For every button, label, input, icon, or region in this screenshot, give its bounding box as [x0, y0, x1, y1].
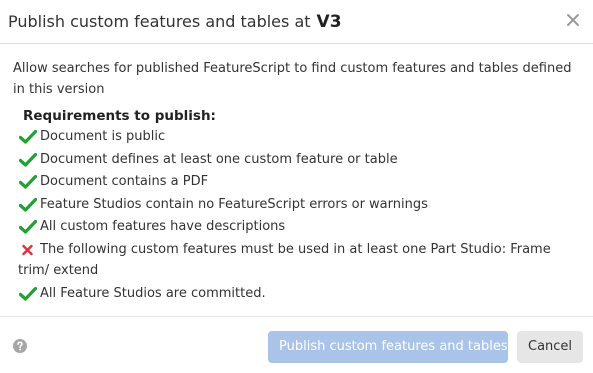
- requirement-item: Document is public: [13, 126, 581, 148]
- checkmark-icon: [18, 152, 38, 167]
- checkmark-icon: [18, 286, 38, 301]
- checkmark-icon: [18, 197, 38, 212]
- requirement-text: Document defines at least one custom fea…: [40, 151, 398, 167]
- version-label: V3: [316, 11, 342, 32]
- help-icon[interactable]: [13, 338, 27, 353]
- requirement-item: Document defines at least one custom fea…: [13, 149, 581, 171]
- requirement-text: All custom features have descriptions: [40, 219, 286, 234]
- requirement-text: Document is public: [40, 129, 166, 144]
- requirement-text: Document contains a PDF: [40, 174, 209, 189]
- dialog-footer: Publish custom features and tables Cance…: [0, 316, 593, 373]
- checkmark-icon: [18, 174, 38, 189]
- requirement-item: Feature Studios contain no FeatureScript…: [13, 194, 581, 216]
- requirement-text: All Feature Studios are committed.: [40, 285, 266, 301]
- requirements-heading: Requirements to publish:: [23, 108, 216, 124]
- dialog-body: Allow searches for published FeatureScri…: [0, 44, 593, 304]
- requirement-item: The following custom features must be us…: [13, 239, 581, 282]
- intro-text: Allow searches for published FeatureScri…: [13, 61, 572, 97]
- requirement-text: Feature Studios contain no FeatureScript…: [40, 196, 428, 212]
- requirements-list: Document is public Document defines at le…: [13, 126, 581, 304]
- requirement-item: All custom features have descriptions: [13, 216, 581, 238]
- checkmark-icon: [18, 129, 38, 144]
- requirement-text: The following custom features must be us…: [18, 241, 551, 279]
- cancel-button[interactable]: Cancel: [517, 331, 583, 363]
- close-icon[interactable]: [565, 12, 581, 28]
- dialog-title: Publish custom features and tables at: [8, 12, 311, 31]
- publish-button[interactable]: Publish custom features and tables: [268, 331, 508, 363]
- dialog-header: Publish custom features and tables at V3: [0, 0, 593, 44]
- requirement-item: All Feature Studios are committed.: [13, 283, 581, 305]
- requirement-item: Document contains a PDF: [13, 171, 581, 193]
- publish-dialog: Publish custom features and tables at V3…: [0, 0, 593, 373]
- checkmark-icon: [18, 219, 38, 234]
- x-mark-icon: [19, 243, 37, 257]
